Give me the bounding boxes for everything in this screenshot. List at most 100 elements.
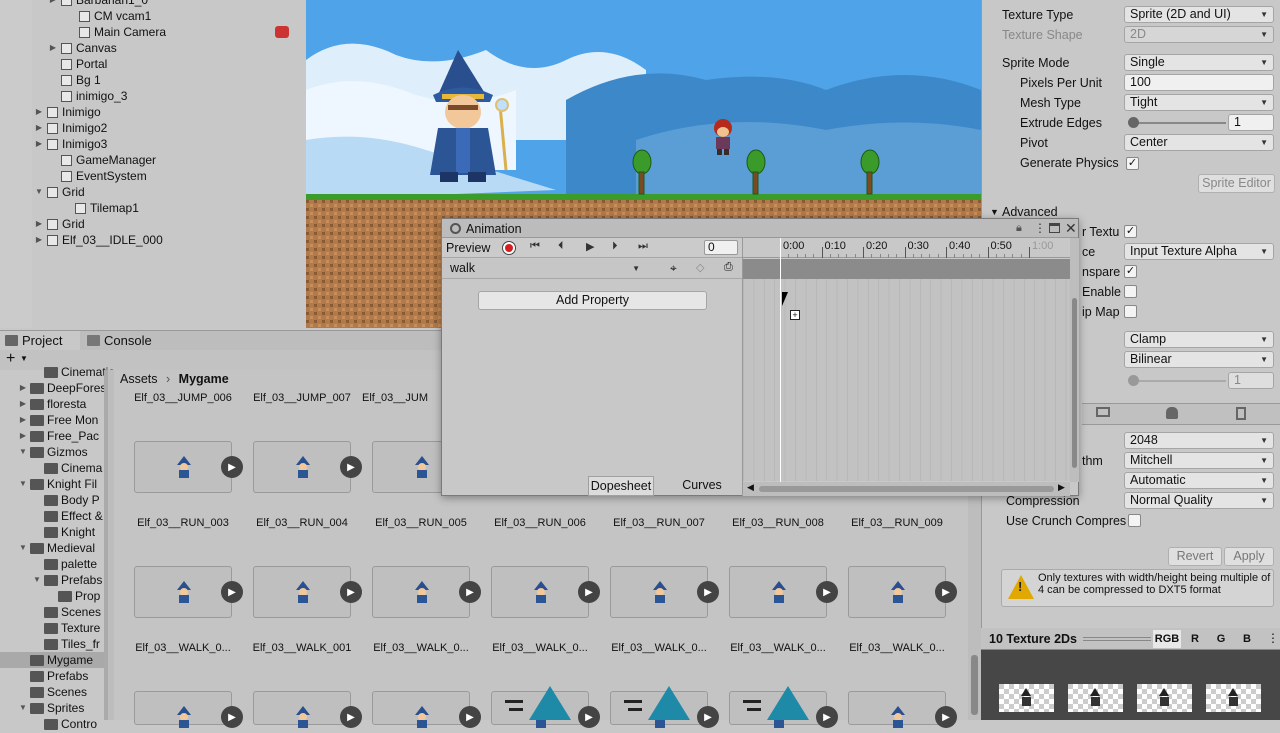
extrude-slider-track[interactable] <box>1130 122 1226 124</box>
first-key-button[interactable]: ⏮ <box>530 240 540 253</box>
hierarchy-item[interactable]: ▶ Canvas <box>48 40 117 56</box>
play-button[interactable]: ▶ <box>578 581 600 603</box>
add-property-button[interactable]: Add Property <box>478 291 707 310</box>
breadcrumb-current[interactable]: Mygame <box>179 372 229 386</box>
dopesheet-tab[interactable]: Dopesheet <box>588 476 654 496</box>
crunch-checkbox[interactable] <box>1128 514 1141 527</box>
wrap-mode-dropdown[interactable]: Clamp <box>1124 331 1274 348</box>
play-button[interactable]: ▶ <box>935 581 957 603</box>
preview-menu-icon[interactable]: ⋮ <box>1267 631 1279 645</box>
preview-toggle[interactable]: Preview <box>446 241 490 255</box>
hierarchy-item[interactable]: ▶ Inimigo2 <box>34 120 107 136</box>
next-key-button[interactable]: ⏵ <box>612 240 618 253</box>
channel-b-button[interactable]: B <box>1237 630 1257 648</box>
asset-thumbnail[interactable]: ▶ <box>253 566 362 618</box>
sprite-editor-button[interactable]: Sprite Editor <box>1198 174 1275 193</box>
android-icon[interactable] <box>1166 407 1178 419</box>
foldout-icon[interactable]: ▶ <box>18 428 28 444</box>
asset-scroll-thumb[interactable] <box>971 655 978 715</box>
animation-titlebar[interactable]: Animation 🔒︎ ⋮ ✕ <box>442 219 1078 238</box>
sprite-mode-dropdown[interactable]: Single <box>1124 54 1274 71</box>
foldout-icon[interactable]: ▶ <box>18 396 28 412</box>
foldout-icon[interactable]: ▶ <box>34 216 44 232</box>
asset-thumbnail[interactable]: ▶ <box>134 566 243 618</box>
foldout-icon[interactable]: ▼ <box>18 444 28 460</box>
texture-thumbnail[interactable] <box>1137 684 1192 712</box>
texture-shape-dropdown[interactable]: 2D <box>1124 26 1274 43</box>
play-button[interactable]: ▶ <box>221 706 243 728</box>
extrude-slider-handle[interactable] <box>1128 117 1139 128</box>
foldout-icon[interactable]: ▶ <box>34 136 44 152</box>
generate-physics-checkbox[interactable]: ✓ <box>1126 157 1139 170</box>
hierarchy-item[interactable]: Main Camera <box>66 24 166 40</box>
hierarchy-item[interactable]: inimigo_3 <box>48 88 127 104</box>
last-key-button[interactable]: ⏭ <box>638 240 648 253</box>
channel-r-button[interactable]: R <box>1185 630 1205 648</box>
foldout-icon[interactable]: ▶ <box>34 120 44 136</box>
play-button[interactable]: ▶ <box>340 456 362 478</box>
aniso-slider-track[interactable] <box>1130 380 1226 382</box>
channel-g-button[interactable]: G <box>1211 630 1231 648</box>
timeline-hscroll[interactable]: ◀ ▶ <box>743 482 1070 496</box>
hierarchy-item[interactable]: EventSystem <box>48 168 147 184</box>
prev-key-button[interactable]: ⏴ <box>558 240 564 253</box>
add-dropdown-icon[interactable]: ▼ <box>20 354 28 363</box>
maximize-icon[interactable] <box>1049 223 1060 233</box>
revert-button[interactable]: Revert <box>1168 547 1222 566</box>
texture-thumbnail[interactable] <box>1068 684 1123 712</box>
max-size-dropdown[interactable]: 2048 <box>1124 432 1274 449</box>
asset-thumbnail[interactable]: ▶ <box>372 566 481 618</box>
asset-thumbnail[interactable]: ▶ <box>134 441 243 493</box>
asset-thumbnail[interactable]: ▶ <box>253 441 362 493</box>
hierarchy-item[interactable]: Portal <box>48 56 107 72</box>
asset-thumbnail[interactable]: ▶ <box>491 566 600 618</box>
foldout-icon[interactable]: ▼ <box>18 700 28 716</box>
foldout-icon[interactable]: ▶ <box>48 0 58 8</box>
play-button[interactable]: ▶ <box>697 581 719 603</box>
texture-type-dropdown[interactable]: Sprite (2D and UI) <box>1124 6 1274 23</box>
frame-field[interactable]: 0 <box>704 240 738 255</box>
play-button[interactable]: ▶ <box>459 581 481 603</box>
foldout-icon[interactable]: ▶ <box>34 232 44 248</box>
webgl-icon[interactable] <box>1236 407 1246 420</box>
hierarchy-item[interactable]: ▶ Barbarian1_0 <box>48 0 148 8</box>
hierarchy-item[interactable]: GameManager <box>48 152 156 168</box>
extrude-field[interactable]: 1 <box>1228 114 1274 131</box>
curves-tab[interactable]: Curves <box>670 476 734 496</box>
tab-console[interactable]: Console <box>82 331 162 351</box>
breadcrumb-root[interactable]: Assets <box>120 372 158 386</box>
hierarchy-item[interactable]: ▼ Grid <box>34 184 85 200</box>
alpha-transparency-checkbox[interactable]: ✓ <box>1124 265 1137 278</box>
lock-icon[interactable]: 🔒︎ <box>1016 222 1022 235</box>
aniso-slider-handle[interactable] <box>1128 375 1139 386</box>
hierarchy-item[interactable]: CM vcam1 <box>66 8 151 24</box>
texture-thumbnail[interactable] <box>1206 684 1261 712</box>
foldout-icon[interactable]: ▼ <box>34 184 44 200</box>
play-button[interactable]: ▶ <box>221 581 243 603</box>
keyframe-filter-icon[interactable]: ⌖ <box>670 261 677 276</box>
pivot-dropdown[interactable]: Center <box>1124 134 1274 151</box>
preview-resize-handle[interactable] <box>1083 637 1151 641</box>
asset-thumbnail[interactable]: ▶ <box>729 566 838 618</box>
add-keyframe-icon[interactable]: ◇ <box>696 261 704 274</box>
foldout-icon[interactable]: ▶ <box>34 104 44 120</box>
apply-button[interactable]: Apply <box>1224 547 1274 566</box>
compression-dropdown[interactable]: Normal Quality <box>1124 492 1274 509</box>
hierarchy-item[interactable]: ▶ Inimigo <box>34 104 101 120</box>
foldout-icon[interactable]: ▶ <box>18 412 28 428</box>
hierarchy-item[interactable]: Bg 1 <box>48 72 101 88</box>
channel-rgb-button[interactable]: RGB <box>1153 630 1181 648</box>
srgb-checkbox[interactable]: ✓ <box>1124 225 1137 238</box>
play-button[interactable]: ▶ <box>340 581 362 603</box>
play-button[interactable]: ▶ <box>586 240 594 253</box>
folder-item[interactable]: Mygame <box>0 652 108 668</box>
clip-dropdown[interactable]: walk <box>444 260 646 277</box>
play-button[interactable]: ▶ <box>340 706 362 728</box>
resize-algorithm-dropdown[interactable]: Mitchell <box>1124 452 1274 469</box>
advanced-foldout-icon[interactable]: ▼ <box>990 207 999 217</box>
format-dropdown[interactable]: Automatic <box>1124 472 1274 489</box>
play-button[interactable]: ▶ <box>816 581 838 603</box>
tab-project[interactable]: Project <box>0 331 80 351</box>
add-button[interactable]: + <box>6 350 15 368</box>
foldout-icon[interactable]: ▼ <box>32 572 42 588</box>
